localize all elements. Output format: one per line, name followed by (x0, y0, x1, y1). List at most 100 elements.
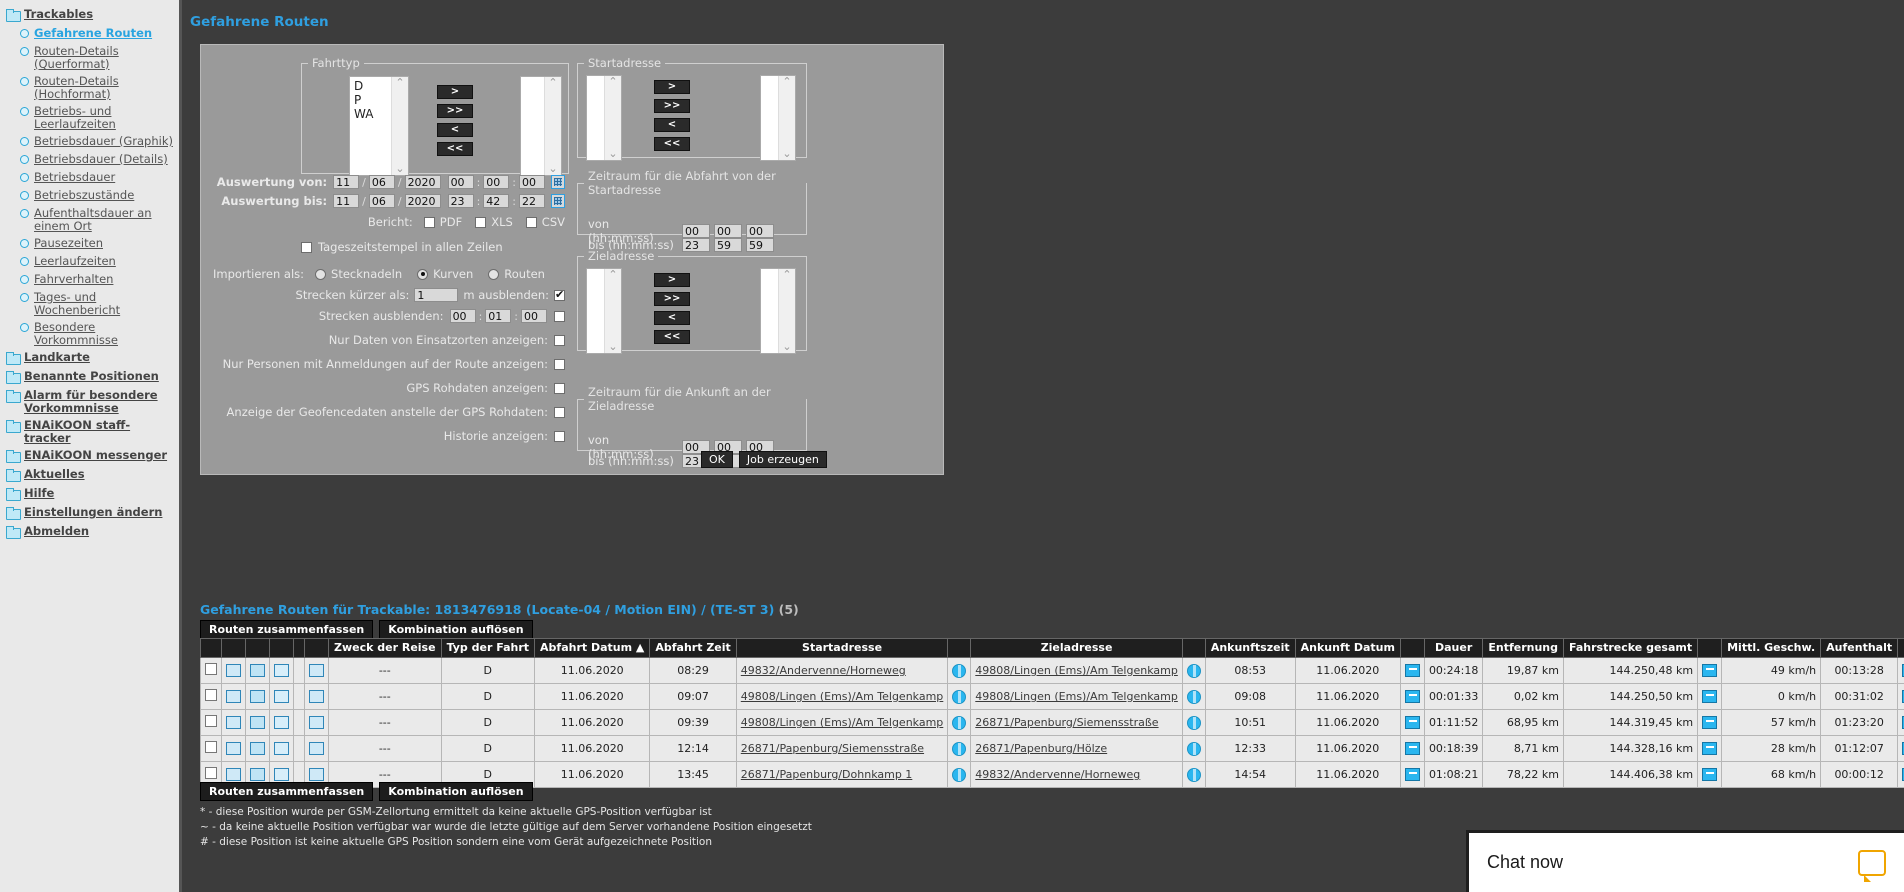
map-icon[interactable] (309, 768, 324, 782)
destination-address-link[interactable]: 49808/Lingen (Ems)/Am Telgenkamp (975, 664, 1178, 677)
move-right-button[interactable]: > (654, 80, 690, 94)
detail-icon[interactable] (1702, 768, 1718, 782)
map-icon[interactable] (309, 716, 324, 730)
table-column-header[interactable]: Zweck der Reise (328, 638, 442, 658)
move-all-right-button[interactable]: >> (437, 104, 473, 118)
sidebar-item-betriebsdauer[interactable]: Betriebsdauer (0, 169, 179, 187)
destination-address-link[interactable]: 26871/Papenburg/Hölze (975, 742, 1107, 755)
detail-icon[interactable] (1404, 690, 1420, 704)
sidebar-item-routen-details-hochformat[interactable]: Routen-Details (Hochformat) (0, 73, 179, 103)
table-column-header[interactable] (1697, 638, 1723, 658)
sidebar-item-benannte-positionen[interactable]: Benannte Positionen (0, 368, 179, 387)
globe-icon[interactable] (952, 715, 967, 730)
sidebar-item-leerlaufzeiten[interactable]: Leerlaufzeiten (0, 253, 179, 271)
dissolve-combination-button[interactable]: Kombination auflösen (379, 620, 533, 639)
globe-icon[interactable] (1186, 741, 1201, 756)
auswertung-von-month[interactable]: 06 (368, 175, 395, 189)
table-column-header[interactable] (245, 638, 270, 658)
auswertung-bis-day[interactable]: 11 (333, 194, 360, 208)
detail-icon[interactable] (1702, 716, 1718, 730)
sidebar-item-betriebs-und-leerlaufzeiten[interactable]: Betriebs- und Leerlaufzeiten (0, 103, 179, 133)
sidebar-item-betriebszust-nde[interactable]: Betriebszustände (0, 187, 179, 205)
destination-address-link[interactable]: 49808/Lingen (Ems)/Am Telgenkamp (975, 690, 1178, 703)
abfahrt-von-mm[interactable]: 00 (714, 224, 742, 238)
table-column-header[interactable]: Typ der Fahrt (440, 638, 536, 658)
table-column-header[interactable]: Zieladresse (970, 638, 1183, 658)
ok-button[interactable]: OK (701, 451, 733, 468)
chart-icon[interactable] (274, 664, 289, 678)
row-select-checkbox[interactable] (205, 689, 217, 701)
trip-purpose-cell[interactable]: --- (328, 735, 442, 762)
strecken-ausblenden-mm[interactable]: 01 (485, 309, 512, 323)
trip-purpose-cell[interactable]: --- (328, 683, 442, 710)
start-address-link[interactable]: 49808/Lingen (Ems)/Am Telgenkamp (741, 690, 944, 703)
bericht-csv-checkbox[interactable] (525, 216, 537, 228)
chart-icon[interactable] (274, 742, 289, 756)
move-all-right-button[interactable]: >> (654, 292, 690, 306)
scroll-down-icon[interactable] (395, 163, 404, 175)
calendar-icon[interactable] (250, 690, 265, 704)
calendar-icon[interactable] (250, 768, 265, 782)
detail-icon[interactable] (1702, 664, 1718, 678)
scroll-down-icon[interactable] (608, 341, 617, 353)
create-job-button[interactable]: Job erzeugen (738, 451, 827, 468)
table-column-header[interactable]: Startadresse (735, 638, 949, 658)
map-icon[interactable] (309, 690, 324, 704)
bericht-pdf-checkbox[interactable] (423, 216, 435, 228)
tageszeitstempel-checkbox[interactable] (301, 241, 312, 253)
move-right-button[interactable]: > (437, 85, 473, 99)
globe-icon[interactable] (952, 689, 967, 704)
sidebar-item-landkarte[interactable]: Landkarte (0, 349, 179, 368)
table-column-header[interactable] (221, 638, 246, 658)
sidebar-item-abmelden[interactable]: Abmelden (0, 523, 179, 542)
auswertung-bis-ss[interactable]: 22 (519, 194, 545, 208)
table-column-header[interactable]: Entfernung (1482, 638, 1564, 658)
chat-widget[interactable]: Chat now (1466, 830, 1904, 892)
chat-bubble-icon[interactable] (1858, 849, 1886, 882)
sidebar-item-betriebsdauer-details[interactable]: Betriebsdauer (Details) (0, 151, 179, 169)
auswertung-bis-month[interactable]: 06 (368, 194, 395, 208)
historie-checkbox[interactable] (554, 430, 565, 442)
report-icon[interactable] (226, 690, 241, 704)
list-scrollbar[interactable] (778, 269, 795, 353)
trip-purpose-cell[interactable]: --- (328, 657, 442, 684)
strecken-kuerzer-checkbox[interactable] (554, 288, 565, 301)
scroll-up-icon[interactable] (782, 76, 791, 88)
auswertung-bis-mm[interactable]: 42 (483, 194, 510, 208)
map-icon[interactable] (309, 664, 324, 678)
auswertung-von-hh[interactable]: 00 (447, 175, 474, 189)
strecken-ausblenden-ss[interactable]: 00 (521, 309, 547, 323)
start-address-link[interactable]: 49808/Lingen (Ems)/Am Telgenkamp (741, 716, 944, 729)
move-left-button[interactable]: < (437, 123, 473, 137)
detail-icon[interactable] (1404, 768, 1420, 782)
sidebar-item-gefahrene-routen[interactable]: Gefahrene Routen (0, 25, 179, 43)
dissolve-combination-button-bottom[interactable]: Kombination auflösen (379, 782, 533, 801)
sidebar-item-enaikoon-staff-tracker[interactable]: ENAiKOON staff-tracker (0, 417, 179, 447)
detail-icon[interactable] (1702, 742, 1718, 756)
detail-icon[interactable] (1702, 690, 1718, 704)
row-select-checkbox[interactable] (205, 715, 217, 727)
start-address-link[interactable]: 26871/Papenburg/Dohnkamp 1 (741, 768, 913, 781)
nur-personen-checkbox[interactable] (554, 358, 565, 370)
table-column-header[interactable] (1181, 638, 1206, 658)
sidebar-item-fahrverhalten[interactable]: Fahrverhalten (0, 271, 179, 289)
globe-icon[interactable] (952, 663, 967, 678)
auswertung-von-year[interactable]: 2020 (404, 175, 441, 189)
strecken-ausblenden-checkbox[interactable] (554, 310, 565, 322)
calendar-icon[interactable] (551, 175, 565, 189)
globe-icon[interactable] (1186, 689, 1201, 704)
summarize-routes-button[interactable]: Routen zusammenfassen (200, 620, 374, 639)
startadresse-available-list[interactable] (586, 75, 622, 161)
table-column-header[interactable]: Ankunftszeit (1204, 638, 1296, 658)
move-left-button[interactable]: < (654, 311, 690, 325)
sidebar-item-enaikoon-messenger[interactable]: ENAiKOON messenger (0, 447, 179, 466)
sidebar-item-einstellungen-ndern[interactable]: Einstellungen ändern (0, 504, 179, 523)
list-scrollbar[interactable] (391, 77, 408, 175)
auswertung-bis-year[interactable]: 2020 (404, 194, 441, 208)
sidebar-item-alarm-f-r-besondere-vorkommnisse[interactable]: Alarm für besondere Vorkommnisse (0, 387, 179, 417)
move-all-left-button[interactable]: << (437, 142, 473, 156)
sidebar-item-tages-und-wochenbericht[interactable]: Tages- und Wochenbericht (0, 289, 179, 319)
sidebar-item-trackables[interactable]: Trackables (0, 6, 179, 25)
report-icon[interactable] (226, 716, 241, 730)
scroll-up-icon[interactable] (395, 77, 404, 89)
